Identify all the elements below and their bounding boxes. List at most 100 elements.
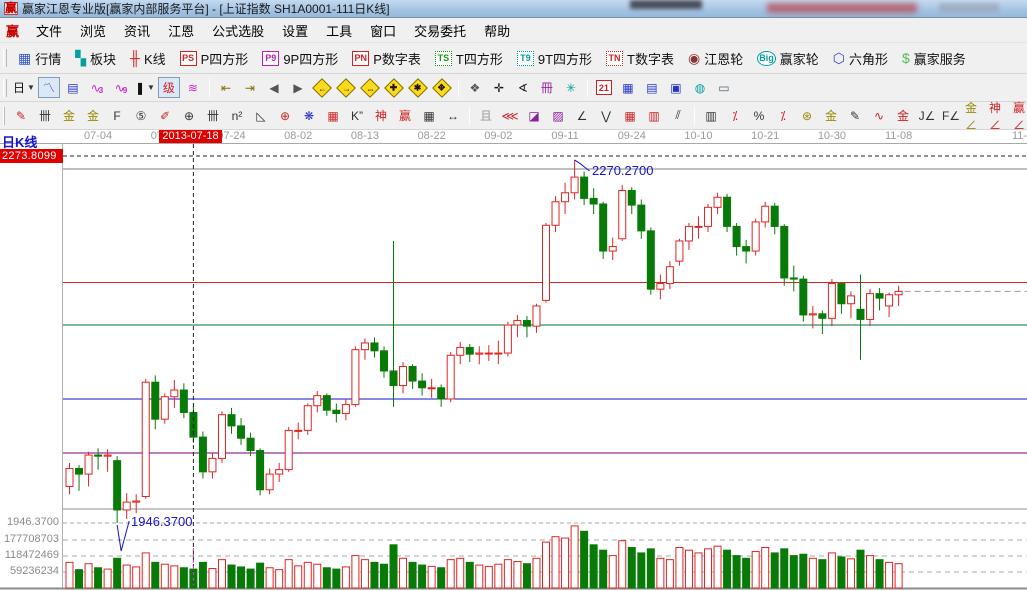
full-fit-button[interactable]: ✥ bbox=[431, 77, 453, 98]
star-fit-button[interactable]: ✱ bbox=[407, 77, 429, 98]
grid-ruler2-tool[interactable]: ▥ bbox=[643, 105, 665, 126]
date-tick-09-11: 09-11 bbox=[545, 130, 585, 142]
p-number-table-button[interactable]: PNP数字表 bbox=[345, 47, 428, 70]
gold-underline-tool[interactable]: 金 bbox=[892, 105, 914, 126]
angle-ruler-tool[interactable]: ◺ bbox=[250, 105, 272, 126]
hexagon-button[interactable]: ⬡六角形 bbox=[826, 47, 895, 70]
kline-chart[interactable]: 日K线 2273.8099 2013-07-18 07-0407-1507-24… bbox=[0, 130, 1027, 591]
chart-mode-button[interactable]: 〽 bbox=[38, 77, 60, 98]
f-angle-tool[interactable]: F∠ bbox=[940, 105, 962, 126]
workstation-button[interactable]: ▭ bbox=[713, 77, 735, 98]
shen-angle-tool[interactable]: 神∠ bbox=[988, 105, 1010, 126]
p-square-button[interactable]: PSP四方形 bbox=[173, 47, 256, 70]
t-square-button[interactable]: TST四方形 bbox=[428, 47, 510, 70]
gold-square-tool[interactable]: 金 bbox=[58, 105, 80, 126]
dollar-icon: $ bbox=[902, 51, 910, 66]
wheel-icon: ◉ bbox=[688, 51, 700, 66]
calculator-button[interactable]: ▦ bbox=[617, 77, 639, 98]
next-bar-button[interactable]: ▶ bbox=[287, 77, 309, 98]
menu-item-0[interactable]: 文件 bbox=[27, 18, 71, 43]
save-button[interactable]: ▣ bbox=[665, 77, 687, 98]
ying-angle-tool[interactable]: 赢∠ bbox=[1012, 105, 1027, 126]
notepad-button[interactable]: ▤ bbox=[641, 77, 663, 98]
wave-tool[interactable]: ∿ bbox=[868, 105, 890, 126]
menu-item-6[interactable]: 工具 bbox=[317, 18, 361, 43]
pen-tool[interactable]: ✎ bbox=[10, 105, 32, 126]
menu-item-5[interactable]: 设置 bbox=[273, 18, 317, 43]
period-day-dropdown[interactable]: 日▼ bbox=[12, 77, 36, 98]
volume-profile-button[interactable]: ≋ bbox=[182, 77, 204, 98]
gann-wheel-button[interactable]: ◉江恩轮 bbox=[681, 47, 750, 70]
circle-cross-tool[interactable]: ⊕ bbox=[274, 105, 296, 126]
pagoda-tool-button[interactable]: 冊 bbox=[536, 77, 558, 98]
single-candle-dropdown[interactable]: ❚▼ bbox=[134, 77, 156, 98]
menu-item-1[interactable]: 浏览 bbox=[71, 18, 115, 43]
fan-box2-tool[interactable]: ▨ bbox=[547, 105, 569, 126]
percent-line-tool[interactable]: ⁒ bbox=[724, 105, 746, 126]
net-sync-button[interactable]: ◍ bbox=[689, 77, 711, 98]
grow-x-button[interactable]: → bbox=[335, 77, 357, 98]
winner-wheel-button[interactable]: Big赢家轮 bbox=[750, 47, 826, 70]
info-list-button[interactable]: ▤ bbox=[62, 77, 84, 98]
red-grid-tool[interactable]: ▦ bbox=[322, 105, 344, 126]
ying-square-tool[interactable]: 赢 bbox=[394, 105, 416, 126]
menu-item-2[interactable]: 资讯 bbox=[115, 18, 159, 43]
pen-stat-tool[interactable]: ✎ bbox=[844, 105, 866, 126]
gann-grade-button[interactable]: 级 bbox=[158, 77, 180, 98]
9t-square-button[interactable]: T99T四方形 bbox=[510, 47, 599, 70]
snow-wheel-tool[interactable]: ❋ bbox=[298, 105, 320, 126]
first-bar-button[interactable]: ⇤ bbox=[215, 77, 237, 98]
shen-square-tool[interactable]: 神 bbox=[370, 105, 392, 126]
angle-lines-tool[interactable]: ∠ bbox=[571, 105, 593, 126]
calendar-21-button[interactable]: 21 bbox=[593, 77, 615, 98]
slant-lines-tool[interactable]: ⫽ bbox=[667, 105, 689, 126]
menu-item-8[interactable]: 交易委托 bbox=[405, 18, 475, 43]
gold-angle-tool[interactable]: 金∠ bbox=[964, 105, 986, 126]
gold-circle-tool[interactable]: ⊛ bbox=[796, 105, 818, 126]
gold-lift-tool-icon: 金 bbox=[825, 107, 837, 124]
menu-item-4[interactable]: 公式选股 bbox=[203, 18, 273, 43]
shrink-x-button[interactable]: ← bbox=[311, 77, 333, 98]
f-square-tool[interactable]: F bbox=[106, 105, 128, 126]
n-square-tool[interactable]: n² bbox=[226, 105, 248, 126]
percent-ref-tool[interactable]: ⁒ bbox=[772, 105, 794, 126]
prev-bar-button[interactable]: ◀ bbox=[263, 77, 285, 98]
wheel-ruler-tool[interactable]: ⊕ bbox=[178, 105, 200, 126]
9p-square-button[interactable]: P99P四方形 bbox=[255, 47, 345, 70]
minor-cycle-3-button[interactable]: ∿3 bbox=[86, 77, 108, 98]
quotes-button[interactable]: ▦行情 bbox=[11, 47, 68, 70]
winner-service-button[interactable]: $赢家服务 bbox=[895, 47, 973, 70]
crosshair-tool-button[interactable]: ✛ bbox=[488, 77, 510, 98]
gann-fan-tool[interactable]: ⋘ bbox=[499, 105, 521, 126]
angle-measure-button[interactable]: ∢ bbox=[512, 77, 534, 98]
cross-fit-button[interactable]: ✚ bbox=[383, 77, 405, 98]
menu-item-7[interactable]: 窗口 bbox=[361, 18, 405, 43]
expand-x-button[interactable]: ↔ bbox=[359, 77, 381, 98]
hand-tool-button[interactable]: ❖ bbox=[464, 77, 486, 98]
fan-box-tool[interactable]: ◪ bbox=[523, 105, 545, 126]
t-number-table-button[interactable]: TNT数字表 bbox=[599, 47, 681, 70]
gold-lift-tool[interactable]: 金 bbox=[820, 105, 842, 126]
stat-bars-tool[interactable]: ▥ bbox=[700, 105, 722, 126]
span-arrow-tool[interactable]: ↔ bbox=[442, 105, 464, 126]
grid-123-tool[interactable]: ▦ bbox=[418, 105, 440, 126]
spiral-square-tool[interactable]: ⑤ bbox=[130, 105, 152, 126]
kline-button[interactable]: ╫K线 bbox=[123, 47, 173, 70]
smart-tool-button[interactable]: ✳ bbox=[560, 77, 582, 98]
k-mark-tool[interactable]: K” bbox=[346, 105, 368, 126]
ruler-grid-tool[interactable]: 卌 bbox=[34, 105, 56, 126]
menu-item-3[interactable]: 江恩 bbox=[159, 18, 203, 43]
menu-items: 文件浏览资讯江恩公式选股设置工具窗口交易委托帮助 bbox=[27, 18, 519, 43]
last-bar-button[interactable]: ⇥ bbox=[239, 77, 261, 98]
v-lines-tool[interactable]: ⋁ bbox=[595, 105, 617, 126]
box-tool[interactable]: 且 bbox=[475, 105, 497, 126]
sectors-button[interactable]: ▚板块 bbox=[68, 47, 123, 70]
gold-square2-tool[interactable]: 金 bbox=[82, 105, 104, 126]
j-angle-tool[interactable]: J∠ bbox=[916, 105, 938, 126]
hash-ruler-tool[interactable]: 卌 bbox=[202, 105, 224, 126]
minor-cycle-9-button[interactable]: ∿9 bbox=[110, 77, 132, 98]
percent-tool[interactable]: % bbox=[748, 105, 770, 126]
menu-item-9[interactable]: 帮助 bbox=[475, 18, 519, 43]
dense-grid-tool[interactable]: ▦ bbox=[619, 105, 641, 126]
pen-angle-tool[interactable]: ✐ bbox=[154, 105, 176, 126]
